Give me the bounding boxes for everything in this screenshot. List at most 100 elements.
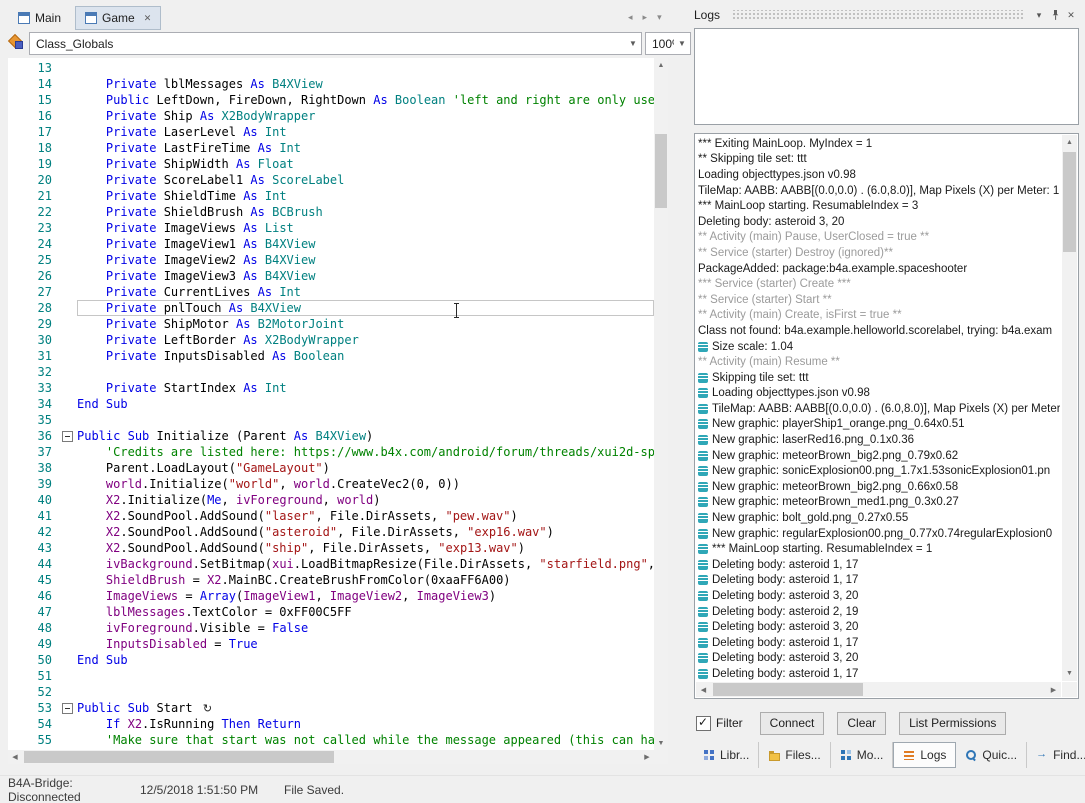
code-line-28[interactable]: 28 Private pnlTouch As B4XView xyxy=(8,300,654,316)
scroll-up-icon[interactable]: ▲ xyxy=(654,58,668,72)
code-line-13[interactable]: 13 xyxy=(8,60,654,76)
code-line-55[interactable]: 55 'Make sure that start was not called … xyxy=(8,732,654,748)
code-line-18[interactable]: 18 Private LastFireTime As Int xyxy=(8,140,654,156)
scroll-down-icon[interactable]: ▼ xyxy=(654,736,668,750)
panel-tab-libr[interactable]: Libr... xyxy=(694,742,759,768)
code-editor[interactable]: 1314 Private lblMessages As B4XView15 Pu… xyxy=(8,58,668,764)
log-list[interactable]: *** Exiting MainLoop. MyIndex = 1** Skip… xyxy=(694,133,1079,699)
editor-horizontal-scrollbar[interactable]: ◀ ▶ xyxy=(8,750,654,764)
panel-tab-mo[interactable]: Mo... xyxy=(831,742,894,768)
log-entry[interactable]: Class not found: b4a.example.helloworld.… xyxy=(698,323,1060,339)
log-entry[interactable]: New graphic: meteorBrown_big2.png_0.79x0… xyxy=(698,448,1060,464)
log-entry[interactable]: Size scale: 1.04 xyxy=(698,339,1060,355)
log-entry[interactable]: ** Activity (main) Create, isFirst = tru… xyxy=(698,308,1060,324)
scroll-down-icon[interactable]: ▼ xyxy=(1062,666,1077,681)
log-entry[interactable]: Deleting body: asteroid 3, 20 xyxy=(698,588,1060,604)
log-entry[interactable]: TileMap: AABB: AABB[(0.0,0.0) . (6.0,8.0… xyxy=(698,401,1060,417)
code-line-36[interactable]: 36Public Sub Initialize (Parent As B4XVi… xyxy=(8,428,654,444)
code-line-19[interactable]: 19 Private ShipWidth As Float xyxy=(8,156,654,172)
log-entry[interactable]: Deleting body: asteroid 1, 17 xyxy=(698,635,1060,651)
log-entry[interactable]: New graphic: bolt_gold.png_0.27x0.55 xyxy=(698,510,1060,526)
code-line-33[interactable]: 33 Private StartIndex As Int xyxy=(8,380,654,396)
doc-tab-main[interactable]: Main xyxy=(8,6,71,30)
code-line-30[interactable]: 30 Private LeftBorder As X2BodyWrapper xyxy=(8,332,654,348)
doc-tab-game[interactable]: Game✕ xyxy=(75,6,161,30)
log-entry[interactable]: Loading objecttypes.json v0.98 xyxy=(698,386,1060,402)
log-entry[interactable]: Deleting body: asteroid 3, 20 xyxy=(698,619,1060,635)
code-line-21[interactable]: 21 Private ShieldTime As Int xyxy=(8,188,654,204)
code-line-54[interactable]: 54 If X2.IsRunning Then Return xyxy=(8,716,654,732)
code-line-17[interactable]: 17 Private LaserLevel As Int xyxy=(8,124,654,140)
code-line-50[interactable]: 50End Sub xyxy=(8,652,654,668)
list-permissions-button[interactable]: List Permissions xyxy=(899,712,1006,735)
code-line-35[interactable]: 35 xyxy=(8,412,654,428)
log-entry[interactable]: Deleting body: asteroid 3, 20 xyxy=(698,651,1060,667)
code-line-25[interactable]: 25 Private ImageView2 As B4XView xyxy=(8,252,654,268)
vertical-scroll-thumb[interactable] xyxy=(655,134,667,208)
log-entry[interactable]: TileMap: AABB: AABB[(0.0,0.0) . (6.0,8.0… xyxy=(698,183,1060,199)
code-line-46[interactable]: 46 ImageViews = Array(ImageView1, ImageV… xyxy=(8,588,654,604)
tab-scroll-left-icon[interactable]: ◂ xyxy=(628,12,633,23)
log-entry[interactable]: Loading objecttypes.json v0.98 xyxy=(698,167,1060,183)
log-horizontal-scrollbar[interactable]: ◀ ▶ xyxy=(696,682,1061,697)
log-entry[interactable]: New graphic: regularExplosion00.png_0.77… xyxy=(698,526,1060,542)
panel-menu-icon[interactable]: ▾ xyxy=(1031,7,1047,23)
log-vertical-scrollbar[interactable]: ▲ ▼ xyxy=(1062,135,1077,681)
code-line-44[interactable]: 44 ivBackground.SetBitmap(xui.LoadBitmap… xyxy=(8,556,654,572)
code-line-41[interactable]: 41 X2.SoundPool.AddSound("laser", File.D… xyxy=(8,508,654,524)
log-entry[interactable]: New graphic: meteorBrown_med1.png_0.3x0.… xyxy=(698,495,1060,511)
scroll-up-icon[interactable]: ▲ xyxy=(1062,135,1077,150)
close-panel-icon[interactable]: ✕ xyxy=(1063,7,1079,23)
code-line-49[interactable]: 49 InputsDisabled = True xyxy=(8,636,654,652)
code-line-24[interactable]: 24 Private ImageView1 As B4XView xyxy=(8,236,654,252)
log-entry[interactable]: New graphic: meteorBrown_big2.png_0.66x0… xyxy=(698,479,1060,495)
code-line-15[interactable]: 15 Public LeftDown, FireDown, RightDown … xyxy=(8,92,654,108)
zoom-selector[interactable]: 100% ▼ xyxy=(645,32,691,55)
tab-scroll-right-icon[interactable]: ▸ xyxy=(643,12,648,23)
log-entry[interactable]: Deleting body: asteroid 2, 19 xyxy=(698,604,1060,620)
code-line-40[interactable]: 40 X2.Initialize(Me, ivForeground, world… xyxy=(8,492,654,508)
code-line-26[interactable]: 26 Private ImageView3 As B4XView xyxy=(8,268,654,284)
log-entry[interactable]: Deleting body: asteroid 1, 17 xyxy=(698,666,1060,681)
log-entry[interactable]: Skipping tile set: ttt xyxy=(698,370,1060,386)
code-line-27[interactable]: 27 Private CurrentLives As Int xyxy=(8,284,654,300)
log-entry[interactable]: ** Skipping tile set: ttt xyxy=(698,152,1060,168)
log-entry[interactable]: ** Activity (main) Resume ** xyxy=(698,354,1060,370)
close-tab-icon[interactable]: ✕ xyxy=(144,13,152,23)
connect-button[interactable]: Connect xyxy=(760,712,825,735)
log-entry[interactable]: Deleting body: asteroid 1, 17 xyxy=(698,557,1060,573)
code-line-42[interactable]: 42 X2.SoundPool.AddSound("asteroid", Fil… xyxy=(8,524,654,540)
code-line-20[interactable]: 20 Private ScoreLabel1 As ScoreLabel xyxy=(8,172,654,188)
filter-checkbox[interactable] xyxy=(696,716,711,731)
log-entry[interactable]: *** MainLoop starting. ResumableIndex = … xyxy=(698,198,1060,214)
log-entry[interactable]: *** Exiting MainLoop. MyIndex = 1 xyxy=(698,136,1060,152)
panel-tab-find[interactable]: Find... xyxy=(1027,742,1085,768)
pin-icon[interactable] xyxy=(1047,7,1063,23)
chevron-down-icon[interactable]: ▼ xyxy=(625,39,641,48)
scroll-right-icon[interactable]: ▶ xyxy=(640,750,654,764)
panel-tab-quic[interactable]: Quic... xyxy=(956,742,1027,768)
code-line-47[interactable]: 47 lblMessages.TextColor = 0xFF00C5FF xyxy=(8,604,654,620)
code-line-43[interactable]: 43 X2.SoundPool.AddSound("ship", File.Di… xyxy=(8,540,654,556)
editor-vertical-scrollbar[interactable]: ▲ ▼ xyxy=(654,58,668,750)
code-line-39[interactable]: 39 world.Initialize("world", world.Creat… xyxy=(8,476,654,492)
code-line-22[interactable]: 22 Private ShieldBrush As BCBrush xyxy=(8,204,654,220)
code-line-37[interactable]: 37 'Credits are listed here: https://www… xyxy=(8,444,654,460)
code-line-32[interactable]: 32 xyxy=(8,364,654,380)
code-line-14[interactable]: 14 Private lblMessages As B4XView xyxy=(8,76,654,92)
code-line-51[interactable]: 51 xyxy=(8,668,654,684)
code-line-48[interactable]: 48 ivForeground.Visible = False xyxy=(8,620,654,636)
fold-collapse-icon[interactable] xyxy=(59,700,77,716)
code-line-31[interactable]: 31 Private InputsDisabled As Boolean xyxy=(8,348,654,364)
scroll-right-icon[interactable]: ▶ xyxy=(1046,682,1061,697)
log-entry[interactable]: ** Service (starter) Start ** xyxy=(698,292,1060,308)
tab-list-dropdown-icon[interactable]: ▾ xyxy=(657,12,662,23)
log-entry[interactable]: ** Activity (main) Pause, UserClosed = t… xyxy=(698,230,1060,246)
code-line-53[interactable]: 53Public Sub Start ↻ xyxy=(8,700,654,716)
code-line-34[interactable]: 34End Sub xyxy=(8,396,654,412)
log-entry[interactable]: PackageAdded: package:b4a.example.spaces… xyxy=(698,261,1060,277)
horizontal-scroll-thumb[interactable] xyxy=(24,751,334,763)
code-line-45[interactable]: 45 ShieldBrush = X2.MainBC.CreateBrushFr… xyxy=(8,572,654,588)
log-entry[interactable]: Deleting body: asteroid 1, 17 xyxy=(698,573,1060,589)
code-line-29[interactable]: 29 Private ShipMotor As B2MotorJoint xyxy=(8,316,654,332)
